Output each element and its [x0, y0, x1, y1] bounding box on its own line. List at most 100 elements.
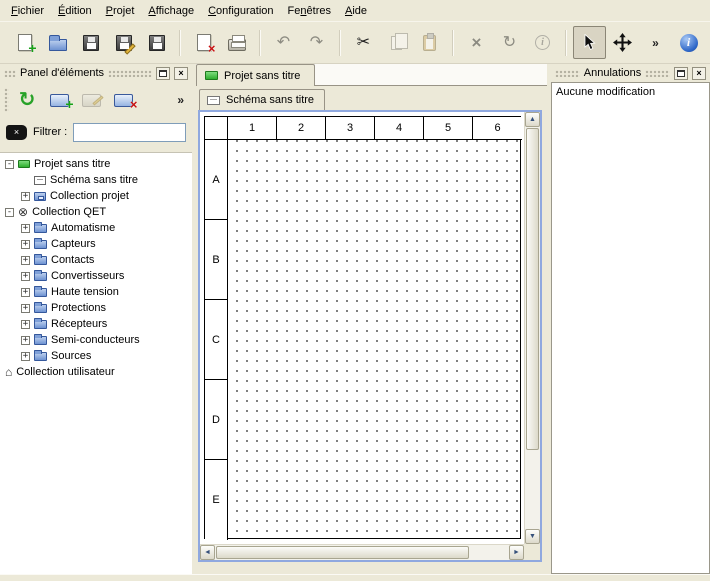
- elements-panel-titlebar[interactable]: Panel d'éléments ×: [0, 64, 192, 82]
- tree-item-label: Sources: [51, 350, 91, 362]
- tree-item-collection-qet[interactable]: - ⊗ Collection QET: [0, 204, 192, 220]
- tree-item-collection-projet[interactable]: + Collection projet: [0, 188, 192, 204]
- row-header: B: [205, 220, 228, 300]
- float-panel-button[interactable]: [156, 67, 170, 80]
- project-tabbar: Projet sans titre: [196, 64, 547, 86]
- menu-configuration[interactable]: Configuration: [201, 2, 280, 20]
- close-file-button[interactable]: ×: [187, 26, 220, 59]
- save-all-button[interactable]: [140, 26, 173, 59]
- expand-icon[interactable]: +: [21, 192, 30, 201]
- tab-schema-sans-titre[interactable]: Schéma sans titre: [199, 89, 325, 110]
- tab-projet-sans-titre[interactable]: Projet sans titre: [196, 64, 315, 86]
- diagram-view-frame: 1 2 3 4 5 6 A B C D E ▲ ▼: [198, 110, 542, 562]
- scroll-down-button[interactable]: ▼: [525, 529, 540, 544]
- folder-icon: [34, 288, 47, 297]
- diagram-viewport[interactable]: 1 2 3 4 5 6 A B C D E: [200, 112, 524, 544]
- float-panel-button[interactable]: [674, 67, 688, 80]
- filter-input[interactable]: [73, 123, 186, 142]
- vertical-scroll-thumb[interactable]: [526, 128, 539, 450]
- plus-icon: +: [65, 97, 73, 111]
- collapse-icon[interactable]: -: [5, 160, 14, 169]
- tree-item-contacts[interactable]: + Contacts: [0, 252, 192, 268]
- reload-collections-button[interactable]: ↻: [13, 86, 41, 114]
- edit-element-button[interactable]: [77, 86, 105, 114]
- about-qet-button[interactable]: i: [672, 26, 705, 59]
- save-as-button[interactable]: [107, 26, 140, 59]
- close-icon: ×: [696, 69, 701, 78]
- menu-label: dition: [65, 5, 91, 17]
- copy-button[interactable]: [380, 26, 413, 59]
- new-project-button[interactable]: +: [8, 26, 41, 59]
- scroll-right-button[interactable]: ►: [509, 545, 524, 560]
- scroll-left-button[interactable]: ◄: [200, 545, 215, 560]
- vertical-scrollbar[interactable]: ▲ ▼: [524, 112, 540, 544]
- select-mode-button[interactable]: [573, 26, 606, 59]
- collapse-icon[interactable]: -: [5, 208, 14, 217]
- expand-icon[interactable]: +: [21, 352, 30, 361]
- tree-item-capteurs[interactable]: + Capteurs: [0, 236, 192, 252]
- copy-icon: [391, 36, 402, 50]
- folder-icon: [34, 352, 47, 361]
- expand-icon[interactable]: +: [21, 240, 30, 249]
- pan-mode-button[interactable]: [606, 26, 639, 59]
- column-header: 3: [326, 117, 375, 140]
- save-button[interactable]: [74, 26, 107, 59]
- tree-item-convertisseurs[interactable]: + Convertisseurs: [0, 268, 192, 284]
- expand-icon[interactable]: +: [21, 272, 30, 281]
- expand-icon[interactable]: +: [21, 336, 30, 345]
- horizontal-scrollbar[interactable]: ◄ ►: [200, 544, 524, 560]
- scroll-up-button[interactable]: ▲: [525, 112, 540, 127]
- column-header: 4: [375, 117, 424, 140]
- folder-icon: [34, 304, 47, 313]
- undo-panel-titlebar[interactable]: Annulations ×: [551, 64, 710, 82]
- menu-label: ichier: [18, 5, 44, 17]
- tree-item-schema-sans-titre[interactable]: Schéma sans titre: [0, 172, 192, 188]
- open-project-button[interactable]: [41, 26, 74, 59]
- menu-fichier[interactable]: Fichier: [4, 2, 51, 20]
- tree-item-automatisme[interactable]: + Automatisme: [0, 220, 192, 236]
- tree-item-recepteurs[interactable]: + Récepteurs: [0, 316, 192, 332]
- panel-toolbar-extension[interactable]: »: [177, 93, 184, 107]
- cut-button[interactable]: ✂: [347, 26, 380, 59]
- expand-icon[interactable]: +: [21, 288, 30, 297]
- paste-button[interactable]: [413, 26, 446, 59]
- tree-item-semi-conducteurs[interactable]: + Semi-conducteurs: [0, 332, 192, 348]
- tree-item-protections[interactable]: + Protections: [0, 300, 192, 316]
- tree-item-projet-sans-titre[interactable]: - Projet sans titre: [0, 156, 192, 172]
- new-element-button[interactable]: +: [45, 86, 73, 114]
- clear-filter-button[interactable]: ×: [6, 125, 27, 140]
- delete-button[interactable]: ×: [460, 26, 493, 59]
- arrow-right-icon: ►: [513, 549, 520, 556]
- undo-list[interactable]: Aucune modification: [551, 82, 710, 574]
- expand-icon[interactable]: +: [21, 304, 30, 313]
- horizontal-scroll-thumb[interactable]: [216, 546, 469, 559]
- expand-icon[interactable]: +: [21, 320, 30, 329]
- pencil-icon: [92, 95, 103, 105]
- redo-button[interactable]: ↷: [300, 26, 333, 59]
- close-panel-button[interactable]: ×: [174, 67, 188, 80]
- menu-affichage[interactable]: Affichage: [141, 2, 201, 20]
- tree-item-haute-tension[interactable]: + Haute tension: [0, 284, 192, 300]
- menu-projet[interactable]: Projet: [99, 2, 142, 20]
- redo-icon: ↷: [310, 35, 323, 51]
- menu-aide[interactable]: Aide: [338, 2, 374, 20]
- menu-fenetres[interactable]: Fenêtres: [281, 2, 338, 20]
- menu-label: C: [208, 5, 216, 17]
- diagram-canvas[interactable]: [228, 140, 521, 539]
- delete-element-button[interactable]: ×: [109, 86, 137, 114]
- rotate-button[interactable]: ↻: [493, 26, 526, 59]
- undo-button[interactable]: ↶: [267, 26, 300, 59]
- plus-icon: +: [28, 41, 36, 55]
- close-panel-button[interactable]: ×: [692, 67, 706, 80]
- vertical-scroll-track[interactable]: [525, 127, 540, 529]
- tree-item-sources[interactable]: + Sources: [0, 348, 192, 364]
- element-info-button[interactable]: i: [526, 26, 559, 59]
- tree-item-collection-utilisateur[interactable]: ⌂ Collection utilisateur: [0, 364, 192, 380]
- print-button[interactable]: [220, 26, 253, 59]
- menu-edition[interactable]: Édition: [51, 2, 99, 20]
- menu-label: êtres: [307, 5, 331, 17]
- toolbar-extension-button[interactable]: »: [639, 26, 672, 59]
- expand-icon[interactable]: +: [21, 256, 30, 265]
- horizontal-scroll-track[interactable]: [215, 545, 509, 560]
- expand-icon[interactable]: +: [21, 224, 30, 233]
